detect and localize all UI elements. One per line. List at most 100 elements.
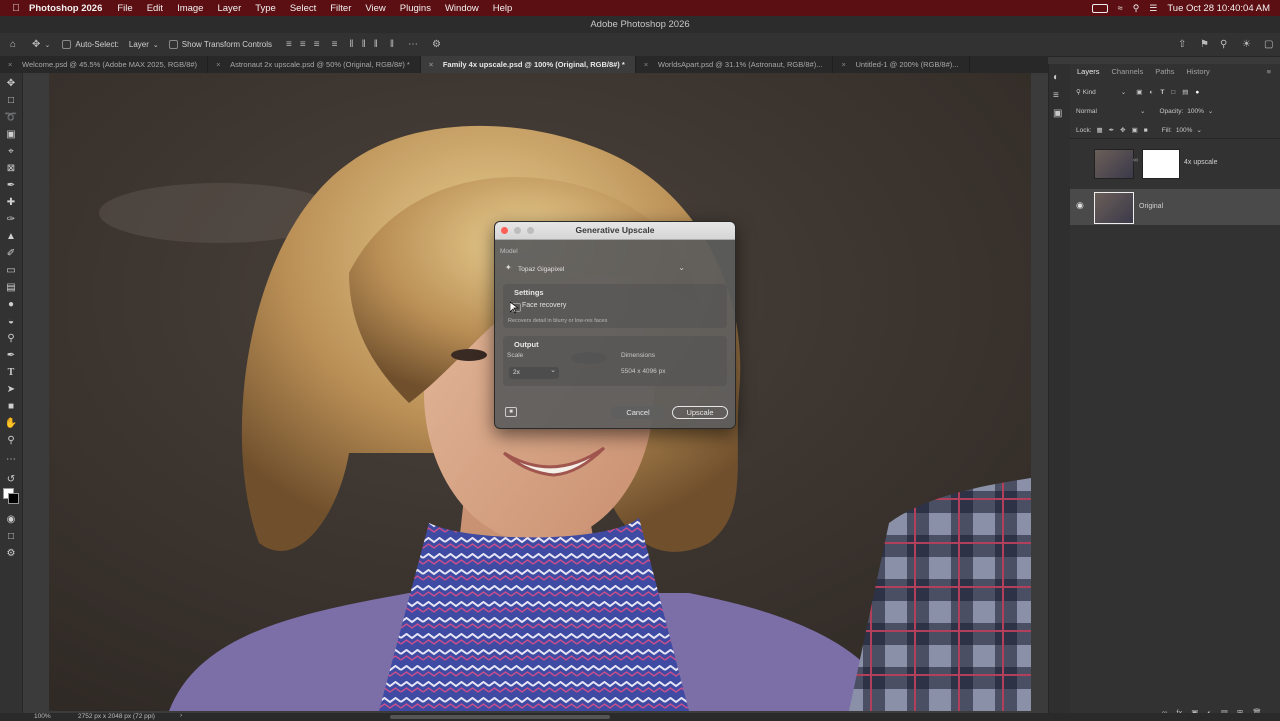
share-icon[interactable]: ⇧: [1178, 39, 1186, 50]
object-select-icon[interactable]: ▣: [4, 128, 18, 141]
dodge-tool-icon[interactable]: ◒: [4, 315, 18, 328]
clock[interactable]: Tue Oct 28 10:40:04 AM: [1167, 3, 1270, 14]
lock-pixels-icon[interactable]: ✒: [1109, 126, 1114, 134]
doc-tab[interactable]: × Astronaut 2x upscale.psd @ 50% (Origina…: [208, 56, 421, 73]
edit-toolbar-icon[interactable]: ⚙: [4, 547, 18, 560]
type-tool-icon[interactable]: T: [4, 366, 18, 379]
menu-filter[interactable]: Filter: [330, 3, 351, 14]
horizontal-scrollbar[interactable]: [390, 715, 610, 719]
menu-window[interactable]: Window: [445, 3, 479, 14]
close-icon[interactable]: ×: [841, 56, 845, 73]
pen-tool-icon[interactable]: ✒: [4, 349, 18, 362]
layer-row[interactable]: ∞ 4x upscale: [1070, 145, 1280, 181]
zoom-window-button[interactable]: [527, 227, 534, 234]
lock-transparent-icon[interactable]: ▦: [1097, 126, 1103, 134]
menu-app-name[interactable]: Photoshop 2026: [29, 3, 102, 14]
move-tool-icon[interactable]: ✥: [32, 39, 40, 50]
doc-tab[interactable]: × Welcome.psd @ 45.5% (Adobe MAX 2025, RG…: [0, 56, 209, 73]
dodge-tool-icon[interactable]: ⚲: [4, 332, 18, 345]
gear-icon[interactable]: ⚙: [432, 39, 441, 50]
home-icon[interactable]: ⌂: [10, 39, 16, 50]
background-color-swatch[interactable]: [8, 493, 19, 504]
crop-tool-icon[interactable]: ⌖: [4, 145, 18, 158]
eraser-tool-icon[interactable]: ▭: [4, 264, 18, 277]
align-right-icon[interactable]: ≡: [314, 39, 320, 50]
battery-icon[interactable]: [1091, 3, 1108, 13]
notification-icon[interactable]: ⚑: [1200, 39, 1209, 50]
info-icon[interactable]: ■: [505, 407, 517, 417]
path-select-icon[interactable]: ➤: [4, 383, 18, 396]
align-top-icon[interactable]: ‖: [349, 39, 353, 50]
doc-tab-active[interactable]: × Family 4x upscale.psd @ 100% (Original,…: [420, 56, 636, 73]
menu-edit[interactable]: Edit: [147, 3, 163, 14]
dialog-titlebar[interactable]: Generative Upscale: [495, 222, 735, 240]
screen-mode-icon[interactable]: □: [4, 530, 18, 543]
layer-mask-thumbnail[interactable]: [1142, 149, 1180, 179]
panel-menu-icon[interactable]: ≡: [1267, 67, 1271, 76]
eye-icon[interactable]: ◉: [1076, 200, 1084, 211]
zoom-level[interactable]: 100%: [34, 713, 51, 720]
close-icon[interactable]: ×: [216, 56, 220, 73]
healing-brush-icon[interactable]: ✚: [4, 196, 18, 209]
history-brush-icon[interactable]: ✐: [4, 247, 18, 260]
blur-tool-icon[interactable]: ●: [4, 298, 18, 311]
upscale-button[interactable]: Upscale: [672, 406, 728, 419]
close-window-button[interactable]: [501, 227, 508, 234]
tab-history[interactable]: History: [1186, 67, 1209, 76]
swap-colors-icon[interactable]: ↺: [4, 473, 18, 486]
minimize-window-button[interactable]: [514, 227, 521, 234]
scale-dropdown[interactable]: 2x ⌄: [509, 367, 559, 379]
zoom-tool-icon[interactable]: ⚲: [4, 434, 18, 447]
workspace-icon[interactable]: ▢: [1264, 39, 1273, 50]
menu-type[interactable]: Type: [255, 3, 276, 14]
hand-tool-icon[interactable]: ✋: [4, 417, 18, 430]
opacity-field[interactable]: 100%: [1187, 108, 1204, 115]
auto-select-dropdown[interactable]: Layer: [129, 40, 149, 49]
filter-smart-icon[interactable]: ▤: [1182, 88, 1188, 96]
apple-icon[interactable]: : [10, 2, 22, 14]
menu-layer[interactable]: Layer: [217, 3, 241, 14]
layer-name[interactable]: 4x upscale: [1184, 159, 1217, 166]
gradient-tool-icon[interactable]: ▤: [4, 281, 18, 294]
layer-name[interactable]: Original: [1139, 203, 1163, 210]
show-transform-checkbox[interactable]: [168, 40, 178, 49]
control-center-icon[interactable]: ☰: [1149, 3, 1157, 14]
visibility-toggle[interactable]: [1076, 157, 1084, 165]
doc-tab[interactable]: × Untitled-1 @ 200% (RGB/8#)...: [833, 56, 970, 73]
document-info[interactable]: 2752 px x 2048 px (72 ppi): [78, 713, 155, 720]
distribute-icon[interactable]: ≡: [332, 39, 338, 50]
spotlight-icon[interactable]: ⚲: [1133, 3, 1140, 14]
cancel-button[interactable]: Cancel: [611, 406, 665, 419]
face-recovery-label[interactable]: Face recovery: [522, 302, 566, 309]
frame-tool-icon[interactable]: ⊠: [4, 162, 18, 175]
wifi-icon[interactable]: ≈: [1118, 3, 1123, 13]
auto-select-checkbox[interactable]: [62, 40, 72, 49]
menu-plugins[interactable]: Plugins: [400, 3, 431, 14]
color-panel-icon[interactable]: ◐: [1053, 72, 1059, 83]
blend-mode-dropdown[interactable]: Normal: [1076, 108, 1140, 115]
distribute-vertical-icon[interactable]: ‖: [390, 39, 394, 50]
layer-row-selected[interactable]: ◉ Original: [1070, 189, 1280, 225]
filter-shape-icon[interactable]: □: [1171, 89, 1175, 96]
doc-tab[interactable]: × WorldsApart.psd @ 31.1% (Astronaut, RGB…: [636, 56, 834, 73]
close-icon[interactable]: ×: [429, 56, 433, 73]
more-options-icon[interactable]: ⋯: [408, 39, 418, 50]
tab-layers[interactable]: Layers: [1077, 67, 1100, 76]
close-icon[interactable]: ×: [644, 56, 648, 73]
chevron-down-icon[interactable]: ⌄: [44, 41, 50, 49]
lock-all-icon[interactable]: ■: [1144, 127, 1148, 134]
tab-paths[interactable]: Paths: [1155, 67, 1174, 76]
filter-toggle-icon[interactable]: ●: [1195, 89, 1199, 96]
filter-kind-dropdown[interactable]: Kind: [1083, 89, 1121, 96]
align-left-icon[interactable]: ≡: [286, 39, 292, 50]
align-middle-icon[interactable]: ‖: [362, 39, 366, 50]
lock-position-icon[interactable]: ✥: [1120, 126, 1125, 134]
brush-tool-icon[interactable]: ✑: [4, 213, 18, 226]
filter-adjustment-icon[interactable]: ◐: [1149, 89, 1153, 96]
filter-type-icon[interactable]: T: [1160, 89, 1164, 96]
menu-view[interactable]: View: [365, 3, 385, 14]
model-dropdown[interactable]: ✦ Topaz Gigapixel ⌄: [503, 262, 689, 278]
eyedropper-icon[interactable]: ✒: [4, 179, 18, 192]
lasso-tool-icon[interactable]: ➰: [4, 111, 18, 124]
lock-artboard-icon[interactable]: ▣: [1132, 126, 1138, 134]
